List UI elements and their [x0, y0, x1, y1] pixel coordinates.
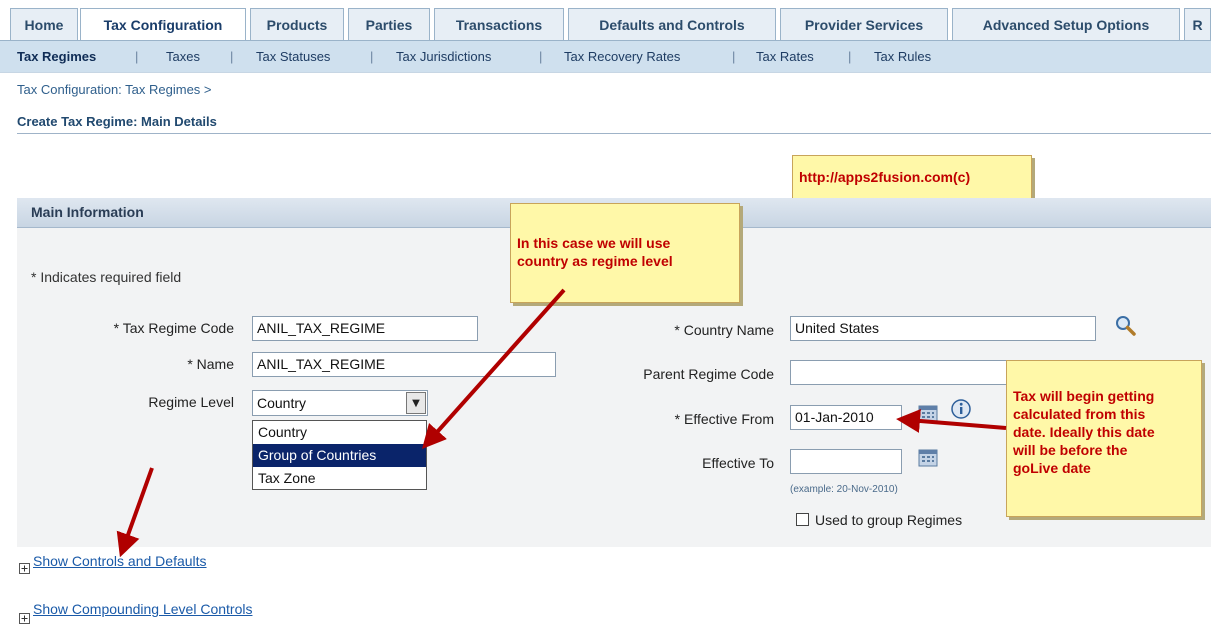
- date-format-hint: (example: 20-Nov-2010): [790, 484, 898, 495]
- subtab-separator: |: [135, 49, 139, 64]
- subtab-separator: |: [230, 49, 234, 64]
- subtab-tax-statuses[interactable]: Tax Statuses: [256, 49, 330, 64]
- effective-date-callout: Tax will begin getting calculated from t…: [1006, 360, 1202, 517]
- show-controls-and-defaults-link[interactable]: Show Controls and Defaults: [33, 553, 207, 569]
- search-icon[interactable]: [1114, 314, 1138, 342]
- callout-text-line: calculated from this: [1013, 406, 1146, 422]
- watermark-callout: http://apps2fusion.com(c): [792, 155, 1032, 199]
- used-to-group-regimes-checkbox[interactable]: [796, 513, 809, 526]
- subtab-separator: |: [732, 49, 736, 64]
- expand-plus-icon[interactable]: [19, 609, 30, 628]
- section-title: Main Information: [31, 204, 144, 220]
- regime-level-option-group-of-countries[interactable]: Group of Countries: [253, 444, 426, 467]
- regime-level-callout: In this case we will use country as regi…: [510, 203, 740, 303]
- effective-to-input[interactable]: [790, 449, 902, 474]
- watermark-text: http://apps2fusion.com(c): [799, 169, 971, 185]
- page-title: Create Tax Regime: Main Details: [17, 114, 217, 129]
- used-to-group-regimes-label: Used to group Regimes: [815, 512, 963, 528]
- name-input[interactable]: ANIL_TAX_REGIME: [252, 352, 556, 377]
- tab-home[interactable]: Home: [10, 8, 78, 40]
- info-icon[interactable]: [950, 398, 972, 424]
- effective-to-label: Effective To: [702, 455, 774, 471]
- regime-level-value: Country: [257, 395, 307, 411]
- sub-tab-bar: Tax Regimes | Taxes | Tax Statuses | Tax…: [0, 40, 1211, 73]
- subtab-separator: |: [370, 49, 374, 64]
- callout-text-line: country as regime level: [517, 253, 673, 269]
- tab-parties[interactable]: Parties: [348, 8, 430, 40]
- tab-transactions[interactable]: Transactions: [434, 8, 564, 40]
- tab-provider-services[interactable]: Provider Services: [780, 8, 948, 40]
- subtab-tax-rules[interactable]: Tax Rules: [874, 49, 931, 64]
- callout-text-line: will be before the: [1013, 442, 1128, 458]
- expand-plus-icon[interactable]: [19, 559, 30, 578]
- title-divider: [17, 133, 1211, 134]
- effective-from-label: * Effective From: [674, 411, 774, 427]
- callout-text-line: Tax will begin getting: [1013, 388, 1155, 404]
- main-tab-bar: Home Tax Configuration Products Parties …: [0, 0, 1211, 40]
- country-name-label: * Country Name: [674, 322, 774, 338]
- subtab-tax-recovery-rates[interactable]: Tax Recovery Rates: [564, 49, 680, 64]
- calendar-icon[interactable]: [918, 404, 938, 428]
- regime-level-option-country[interactable]: Country: [253, 421, 426, 444]
- show-compounding-level-controls-link[interactable]: Show Compounding Level Controls: [33, 601, 252, 617]
- breadcrumb[interactable]: Tax Configuration: Tax Regimes >: [17, 82, 212, 97]
- calendar-icon[interactable]: [918, 448, 938, 472]
- regime-level-select[interactable]: Country ▼: [252, 390, 428, 416]
- callout-text-line: date. Ideally this date: [1013, 424, 1155, 440]
- subtab-separator: |: [539, 49, 543, 64]
- callout-text-line: goLive date: [1013, 460, 1091, 476]
- required-field-note: * Indicates required field: [31, 269, 182, 285]
- callout-text-line: In this case we will use: [517, 235, 671, 251]
- tab-overflow[interactable]: R: [1184, 8, 1211, 40]
- tab-defaults-and-controls[interactable]: Defaults and Controls: [568, 8, 776, 40]
- effective-from-input[interactable]: 01-Jan-2010: [790, 405, 902, 430]
- name-label: * Name: [187, 356, 234, 372]
- subtab-taxes[interactable]: Taxes: [166, 49, 200, 64]
- regime-level-option-tax-zone[interactable]: Tax Zone: [253, 467, 426, 490]
- subtab-separator: |: [848, 49, 852, 64]
- tax-regime-code-input[interactable]: ANIL_TAX_REGIME: [252, 316, 478, 341]
- subtab-tax-rates[interactable]: Tax Rates: [756, 49, 814, 64]
- regime-level-dropdown-list: Country Group of Countries Tax Zone: [252, 420, 427, 490]
- dropdown-arrow-icon[interactable]: ▼: [406, 392, 426, 414]
- tax-regime-code-label: * Tax Regime Code: [113, 320, 234, 336]
- subtab-tax-regimes[interactable]: Tax Regimes: [17, 49, 96, 64]
- regime-level-label: Regime Level: [148, 394, 234, 410]
- country-name-input[interactable]: United States: [790, 316, 1096, 341]
- subtab-tax-jurisdictions[interactable]: Tax Jurisdictions: [396, 49, 491, 64]
- tab-advanced-setup-options[interactable]: Advanced Setup Options: [952, 8, 1180, 40]
- tab-products[interactable]: Products: [250, 8, 344, 40]
- tab-tax-configuration[interactable]: Tax Configuration: [80, 8, 246, 40]
- parent-regime-code-label: Parent Regime Code: [643, 366, 774, 382]
